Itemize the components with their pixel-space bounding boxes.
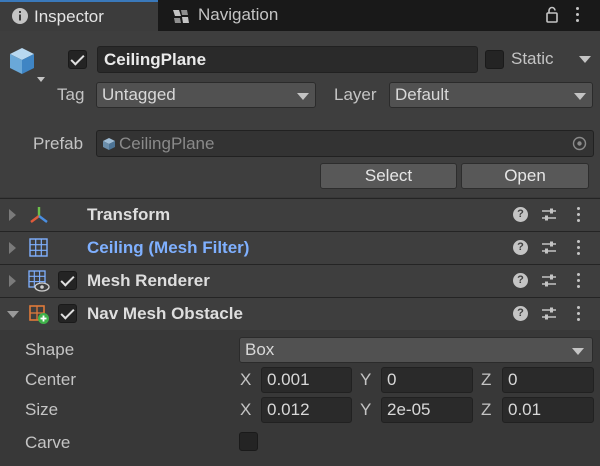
size-y-value: 2e-05	[387, 400, 431, 419]
nav-mesh-obstacle-icon	[29, 305, 49, 324]
component-mesh-renderer[interactable]: Mesh Renderer ?	[0, 264, 600, 297]
prefab-value: CeilingPlane	[119, 134, 215, 153]
tag-dropdown[interactable]: Untagged	[96, 82, 316, 108]
center-x-label: X	[240, 370, 252, 389]
static-label: Static	[511, 49, 554, 68]
center-z-label: Z	[481, 370, 492, 389]
presets-icon[interactable]	[541, 306, 557, 322]
layer-dropdown[interactable]: Default	[389, 82, 593, 108]
tab-inspector[interactable]: Inspector	[0, 0, 158, 31]
tab-navigation-label: Navigation	[198, 5, 279, 24]
open-button[interactable]: Open	[461, 163, 589, 189]
component-menu-icon[interactable]	[577, 273, 581, 289]
carve-label: Carve	[25, 433, 71, 452]
presets-icon[interactable]	[541, 240, 557, 256]
tab-inspector-label: Inspector	[34, 7, 104, 26]
component-title: Mesh Renderer	[87, 271, 210, 290]
presets-icon[interactable]	[541, 207, 557, 223]
object-picker-icon[interactable]	[572, 136, 587, 151]
center-label: Center	[25, 370, 77, 389]
navigation-icon	[173, 10, 189, 23]
component-transform[interactable]: Transform ?	[0, 198, 600, 231]
size-x-value: 0.012	[267, 400, 310, 419]
help-icon[interactable]: ?	[513, 273, 528, 288]
mesh-renderer-icon	[28, 270, 50, 292]
center-z-value: 0	[508, 370, 518, 389]
center-y-value: 0	[387, 370, 397, 389]
name-field[interactable]: CeilingPlane	[97, 46, 478, 73]
tab-menu-icon[interactable]	[576, 7, 580, 23]
help-icon[interactable]: ?	[513, 207, 528, 222]
size-label: Size	[25, 400, 59, 419]
size-z-label: Z	[481, 400, 492, 419]
size-x-field[interactable]: 0.012	[261, 397, 352, 423]
shape-dropdown[interactable]: Box	[239, 337, 593, 363]
name-field-value: CeilingPlane	[104, 50, 207, 69]
size-z-field[interactable]: 0.01	[502, 397, 594, 423]
foldout-arrow-icon[interactable]	[9, 209, 16, 221]
prefab-cube-icon[interactable]	[7, 45, 45, 85]
size-y-label: Y	[360, 400, 372, 419]
component-menu-icon[interactable]	[577, 306, 581, 322]
component-title: Nav Mesh Obstacle	[87, 304, 243, 323]
component-mesh-filter[interactable]: Ceiling (Mesh Filter) ?	[0, 231, 600, 264]
transform-icon	[30, 207, 48, 223]
active-checkbox[interactable]	[68, 50, 87, 69]
component-title: Ceiling (Mesh Filter)	[87, 238, 250, 257]
component-title: Transform	[87, 205, 171, 224]
tag-label: Tag	[57, 85, 85, 104]
foldout-arrow-icon[interactable]	[9, 242, 16, 254]
shape-label: Shape	[25, 340, 75, 359]
foldout-arrow-icon[interactable]	[7, 311, 19, 318]
center-x-field[interactable]: 0.001	[261, 367, 352, 393]
help-icon[interactable]: ?	[513, 240, 528, 255]
prefab-asset-icon	[103, 138, 115, 150]
mesh-filter-icon	[29, 238, 48, 257]
foldout-arrow-icon[interactable]	[9, 275, 16, 287]
prefab-label: Prefab	[33, 134, 84, 153]
info-icon	[12, 8, 28, 24]
component-nav-mesh-obstacle[interactable]: Nav Mesh Obstacle ?	[0, 297, 600, 330]
center-x-value: 0.001	[267, 370, 310, 389]
carve-checkbox[interactable]	[239, 432, 258, 451]
chevron-down-icon	[572, 348, 584, 355]
component-menu-icon[interactable]	[577, 207, 581, 223]
lock-icon[interactable]	[545, 6, 559, 23]
tab-navigation[interactable]: Navigation	[160, 2, 310, 31]
layer-value: Default	[395, 85, 449, 104]
center-y-field[interactable]: 0	[381, 367, 473, 393]
layer-label: Layer	[334, 85, 377, 104]
size-y-field[interactable]: 2e-05	[381, 397, 473, 423]
static-dropdown-icon[interactable]	[579, 56, 591, 63]
component-enabled-checkbox[interactable]	[58, 304, 77, 323]
presets-icon[interactable]	[541, 273, 557, 289]
center-y-label: Y	[360, 370, 372, 389]
select-button[interactable]: Select	[320, 163, 457, 189]
chevron-down-icon	[297, 93, 309, 100]
help-icon[interactable]: ?	[513, 306, 528, 321]
static-checkbox[interactable]	[485, 50, 504, 69]
prefab-field[interactable]: CeilingPlane	[96, 130, 594, 157]
component-menu-icon[interactable]	[577, 240, 581, 256]
size-x-label: X	[240, 400, 252, 419]
chevron-down-icon	[574, 93, 586, 100]
center-z-field[interactable]: 0	[502, 367, 594, 393]
tag-value: Untagged	[102, 85, 176, 104]
shape-value: Box	[245, 340, 275, 359]
component-enabled-checkbox[interactable]	[58, 271, 77, 290]
size-z-value: 0.01	[508, 400, 542, 419]
